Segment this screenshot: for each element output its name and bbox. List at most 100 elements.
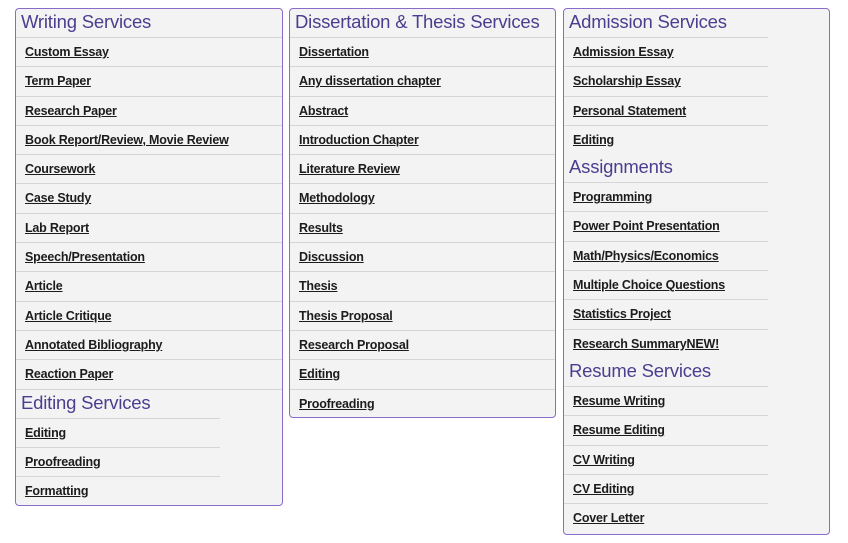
section-admission-services: Admission Services Admission Essay Scholar…: [564, 9, 829, 154]
menu-item: Article Critique: [16, 300, 282, 330]
menu-link-editing[interactable]: Editing: [573, 133, 614, 147]
menu-item: Term Paper: [16, 66, 282, 95]
menu-link-resume-editing[interactable]: Resume Editing: [573, 423, 665, 437]
menu-link-any-dissertation-chapter[interactable]: Any dissertation chapter: [299, 74, 441, 88]
menu-item: Annotated Bibliography: [16, 329, 282, 359]
menu-link-formatting[interactable]: Formatting: [25, 484, 88, 498]
admission-services-panel: Admission Services Admission Essay Scholar…: [563, 8, 830, 535]
menu-item: Abstract: [290, 95, 555, 125]
section-heading: Assignments: [569, 156, 673, 178]
menu-link-math-physics-economics[interactable]: Math/Physics/Economics: [573, 249, 719, 263]
menu-link-case-study[interactable]: Case Study: [25, 191, 91, 205]
menu-item: Lab Report: [16, 212, 282, 242]
menu-item: Research SummaryNEW!: [564, 328, 768, 358]
menu-link-lab-report[interactable]: Lab Report: [25, 221, 89, 235]
menu-link-annotated-bibliography[interactable]: Annotated Bibliography: [25, 338, 162, 352]
menu-link-custom-essay[interactable]: Custom Essay: [25, 45, 109, 59]
section-assignments: Assignments Programming Power Point Presen…: [564, 154, 829, 358]
menu-link-thesis-proposal[interactable]: Thesis Proposal: [299, 309, 393, 323]
menu-item: Thesis: [290, 271, 555, 300]
menu-item: Research Proposal: [290, 329, 555, 359]
menu-link-introduction-chapter[interactable]: Introduction Chapter: [299, 133, 419, 147]
menu-item: CV Writing: [564, 444, 768, 474]
menu-item: Editing: [564, 124, 768, 154]
menu-link-discussion[interactable]: Discussion: [299, 250, 364, 264]
menu-item: Proofreading: [16, 446, 220, 476]
menu-link-cv-editing[interactable]: CV Editing: [573, 482, 634, 496]
menu-item: Multiple Choice Questions: [564, 270, 768, 299]
menu-item: Proofreading: [290, 388, 555, 418]
menu-item: Math/Physics/Economics: [564, 240, 768, 270]
menu-item: Resume Writing: [564, 385, 768, 415]
menu-item: Formatting: [16, 476, 220, 505]
menu-link-research-paper[interactable]: Research Paper: [25, 104, 117, 118]
menu-link-admission-essay[interactable]: Admission Essay: [573, 45, 674, 59]
menu-item: Coursework: [16, 154, 282, 183]
menu-item: Programming: [564, 182, 768, 211]
menu-link-cover-letter[interactable]: Cover Letter: [573, 511, 644, 525]
menu-item: Custom Essay: [16, 37, 282, 66]
menu-link-power-point-presentation[interactable]: Power Point Presentation: [573, 219, 720, 233]
menu-link-proofreading[interactable]: Proofreading: [25, 455, 101, 469]
menu-item: Scholarship Essay: [564, 66, 768, 95]
menu-link-speech-presentation[interactable]: Speech/Presentation: [25, 250, 145, 264]
menu-item: Discussion: [290, 242, 555, 271]
menu-link-abstract[interactable]: Abstract: [299, 104, 348, 118]
menu-link-research-summarynew[interactable]: Research SummaryNEW!: [573, 337, 719, 351]
menu-link-literature-review[interactable]: Literature Review: [299, 162, 400, 176]
menu-item: Results: [290, 212, 555, 242]
menu-item: Case Study: [16, 183, 282, 212]
section-editing-services: Editing Services Editing Proofreading Forma…: [16, 388, 282, 506]
menu-item: Editing: [16, 417, 220, 447]
menu-link-article-critique[interactable]: Article Critique: [25, 309, 112, 323]
menu-link-term-paper[interactable]: Term Paper: [25, 74, 91, 88]
menu-link-coursework[interactable]: Coursework: [25, 162, 95, 176]
menu-item: Statistics Project: [564, 299, 768, 328]
menu-link-research-proposal[interactable]: Research Proposal: [299, 338, 409, 352]
menu-link-resume-writing[interactable]: Resume Writing: [573, 394, 665, 408]
menu-link-reaction-paper[interactable]: Reaction Paper: [25, 367, 113, 381]
section-dissertation-thesis-services: Dissertation & Thesis Services Dissertati…: [290, 9, 555, 418]
menu-link-programming[interactable]: Programming: [573, 190, 652, 204]
menu-item: Power Point Presentation: [564, 211, 768, 240]
menu-item: Methodology: [290, 183, 555, 212]
menu-item: Admission Essay: [564, 37, 768, 66]
menu-link-scholarship-essay[interactable]: Scholarship Essay: [573, 74, 681, 88]
menu-item: Dissertation: [290, 37, 555, 66]
menu-link-book-report-review-movie-review[interactable]: Book Report/Review, Movie Review: [25, 133, 229, 147]
section-heading: Editing Services: [21, 391, 151, 413]
writing-services-panel: Writing Services Custom Essay Term Paper Re…: [15, 8, 283, 506]
menu-link-thesis[interactable]: Thesis: [299, 279, 338, 293]
menu-link-methodology[interactable]: Methodology: [299, 191, 375, 205]
section-resume-services: Resume Services Resume Writing Resume Edit…: [564, 358, 829, 532]
menu-link-dissertation[interactable]: Dissertation: [299, 45, 369, 59]
menu-item: Literature Review: [290, 154, 555, 183]
menu-item: Thesis Proposal: [290, 300, 555, 330]
menu-item: Book Report/Review, Movie Review: [16, 124, 282, 154]
section-heading: Writing Services: [21, 11, 152, 32]
section-heading: Admission Services: [569, 11, 727, 32]
menu-link-statistics-project[interactable]: Statistics Project: [573, 307, 671, 321]
menu-link-results[interactable]: Results: [299, 221, 343, 235]
menu-item: CV Editing: [564, 473, 768, 503]
menu-item: Resume Editing: [564, 415, 768, 444]
menu-link-editing[interactable]: Editing: [25, 426, 66, 440]
menu-link-article[interactable]: Article: [25, 279, 63, 293]
menu-item: Editing: [290, 359, 555, 388]
menu-item: Introduction Chapter: [290, 124, 555, 154]
menu-item: Article: [16, 271, 282, 300]
section-heading: Dissertation & Thesis Services: [295, 11, 540, 32]
menu-link-proofreading[interactable]: Proofreading: [299, 397, 375, 411]
menu-item: Research Paper: [16, 95, 282, 125]
menu-item: Personal Statement: [564, 95, 768, 125]
menu-link-cv-writing[interactable]: CV Writing: [573, 453, 635, 467]
menu-item: Speech/Presentation: [16, 242, 282, 271]
menu-item: Any dissertation chapter: [290, 66, 555, 95]
section-writing-services: Writing Services Custom Essay Term Paper Re…: [16, 9, 282, 389]
menu-link-multiple-choice-questions[interactable]: Multiple Choice Questions: [573, 278, 725, 292]
menu-item: Cover Letter: [564, 503, 768, 532]
menu-link-editing[interactable]: Editing: [299, 367, 340, 381]
section-heading: Resume Services: [569, 359, 711, 381]
dissertation-services-panel: Dissertation & Thesis Services Dissertati…: [289, 8, 556, 418]
menu-link-personal-statement[interactable]: Personal Statement: [573, 104, 686, 118]
